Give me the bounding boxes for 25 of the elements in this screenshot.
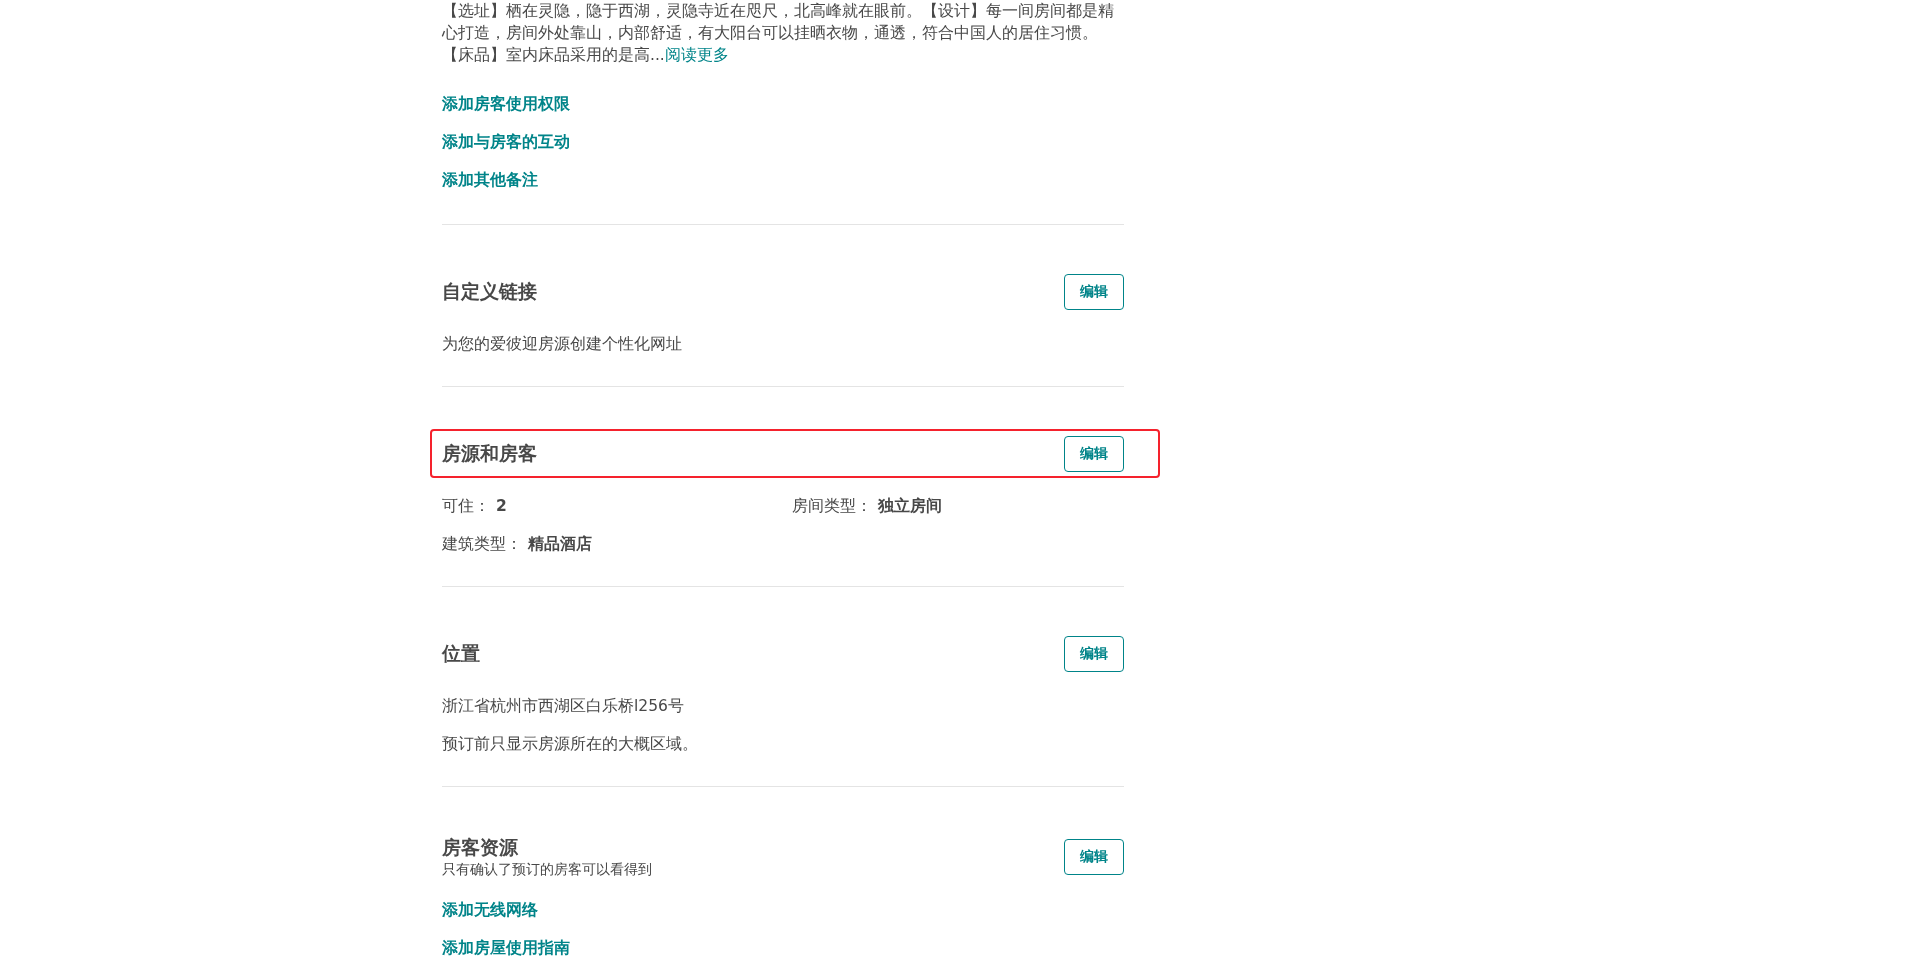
section-title: 位置 xyxy=(442,641,480,666)
read-more-link[interactable]: 阅读更多 xyxy=(664,46,729,64)
edit-button[interactable]: 编辑 xyxy=(1064,838,1124,875)
section-title: 房源和房客 xyxy=(442,441,537,466)
edit-button[interactable]: 编辑 xyxy=(1064,273,1124,310)
field-label: 建筑类型： xyxy=(442,534,522,554)
field-label: 房间类型： xyxy=(792,496,872,516)
edit-button[interactable]: 编辑 xyxy=(1064,435,1124,472)
field-value: 2 xyxy=(496,496,507,516)
add-link[interactable]: 添加无线网络 xyxy=(442,900,538,920)
section-subtitle: 只有确认了预订的房客可以看得到 xyxy=(442,859,652,878)
section-title: 自定义链接 xyxy=(442,279,537,304)
section-text: 浙江省杭州市西湖区白乐桥l256号 xyxy=(442,696,685,716)
description-paragraph: 【选址】栖在灵隐，隐于西湖，灵隐寺近在咫尺，北高峰就在眼前。【设计】每一间房间都是精心打造，房间外处靠山，内部舒适，有大阳台可以挂晒衣物，通透，符合中国人的居住习惯。【床品】室内床品采用的是高...阅读更多 xyxy=(442,1,1115,66)
add-link[interactable]: 添加房客使用权限 xyxy=(442,94,570,114)
field-value: 精品酒店 xyxy=(528,534,592,554)
field-label: 可住： xyxy=(442,496,490,516)
section-text: 为您的爱彼迎房源创建个性化网址 xyxy=(442,334,683,354)
field-value: 独立房间 xyxy=(878,496,942,516)
edit-button[interactable]: 编辑 xyxy=(1064,635,1124,672)
add-link[interactable]: 添加房屋使用指南 xyxy=(442,938,570,958)
add-link[interactable]: 添加其他备注 xyxy=(442,170,538,190)
section-title: 房客资源 xyxy=(442,835,519,860)
section-text: 预订前只显示房源所在的大概区域。 xyxy=(442,734,699,754)
add-link[interactable]: 添加与房客的互动 xyxy=(442,132,570,152)
